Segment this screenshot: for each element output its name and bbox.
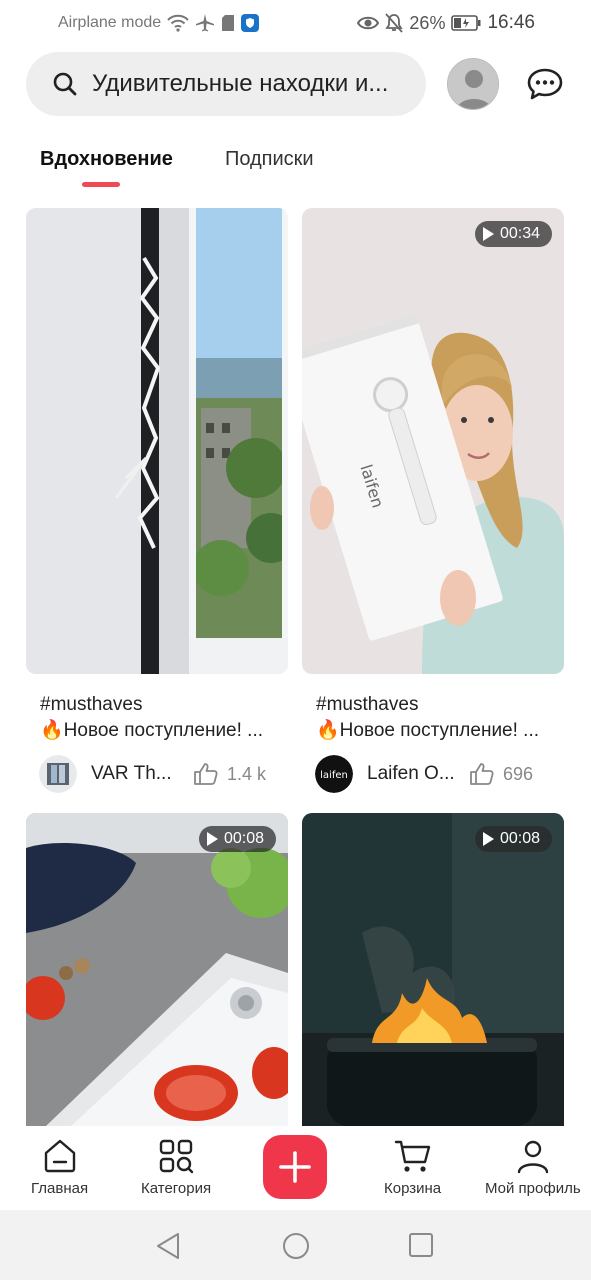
nav-cart[interactable]: Корзина xyxy=(384,1138,441,1197)
likes[interactable]: 1.4 k xyxy=(193,762,266,786)
duration-text: 00:08 xyxy=(499,830,540,847)
likes-count: 1.4 k xyxy=(227,763,267,784)
play-icon xyxy=(482,832,494,846)
video-duration-badge: 00:08 xyxy=(474,826,552,852)
sim-icon xyxy=(221,14,235,32)
search-query: Удивительные находки и... xyxy=(92,70,389,97)
play-icon xyxy=(206,832,218,846)
create-post-button[interactable] xyxy=(263,1135,327,1199)
card-meta: laifen Laifen O... 696 xyxy=(302,754,564,794)
feed-tabs: Вдохновение Подписки xyxy=(40,148,314,192)
likes-count: 696 xyxy=(503,763,534,784)
nav-profile-label: Мой профиль xyxy=(485,1180,581,1197)
thumbs-up-icon xyxy=(469,762,495,786)
duration-text: 00:34 xyxy=(499,225,540,242)
status-right: 26% 16:46 xyxy=(357,12,535,34)
card-title: 🔥Новое поступление! ... xyxy=(316,720,540,741)
airplane-mode-label: Airplane mode xyxy=(58,14,162,31)
duration-text: 00:08 xyxy=(223,830,264,847)
likes[interactable]: 696 xyxy=(469,762,533,786)
battery-percent: 26% xyxy=(409,12,446,33)
tab-subscriptions[interactable]: Подписки xyxy=(225,148,314,192)
eye-icon xyxy=(357,15,380,31)
mute-bell-icon xyxy=(385,13,404,33)
search-icon xyxy=(52,71,78,97)
nav-home-label: Главная xyxy=(31,1180,89,1197)
video-duration-badge: 00:34 xyxy=(474,221,552,247)
search-bar[interactable]: Удивительные находки и... xyxy=(26,52,426,116)
card-tag: #musthaves xyxy=(316,694,419,715)
thumbs-up-icon xyxy=(193,762,219,786)
nav-home[interactable]: Главная xyxy=(31,1138,88,1197)
battery-icon xyxy=(451,15,481,31)
recents-icon[interactable] xyxy=(408,1232,434,1263)
card-image-window[interactable] xyxy=(26,208,288,674)
profile-icon xyxy=(515,1138,551,1174)
header: Удивительные находки и... xyxy=(26,52,571,116)
back-icon[interactable] xyxy=(155,1232,181,1265)
nav-category[interactable]: Категория xyxy=(141,1138,211,1197)
card-image-cutting-board[interactable]: 00:08 xyxy=(26,813,288,1126)
chat-icon xyxy=(526,67,564,101)
home-circle-icon[interactable] xyxy=(282,1232,310,1265)
status-left: Airplane mode xyxy=(58,13,260,33)
author-name[interactable]: VAR Th... xyxy=(91,763,177,785)
shield-app-icon xyxy=(241,14,260,32)
system-navigation-bar xyxy=(0,1210,591,1280)
feed-card[interactable]: #musthaves 🔥Новое поступление! ... VAR T… xyxy=(26,208,288,794)
card-image-laifen[interactable]: laifen 00:34 xyxy=(302,208,564,674)
avatar[interactable] xyxy=(447,58,499,110)
card-tag: #musthaves xyxy=(40,694,143,715)
nav-cart-label: Корзина xyxy=(384,1180,442,1197)
category-icon xyxy=(158,1138,194,1174)
airplane-icon xyxy=(195,13,215,33)
nav-category-label: Категория xyxy=(141,1180,212,1197)
wifi-icon xyxy=(167,14,189,32)
plus-icon xyxy=(278,1150,312,1184)
author-avatar[interactable] xyxy=(39,755,77,793)
feed-card[interactable]: 00:08 xyxy=(26,813,288,1126)
feed-card[interactable]: laifen 00:34 #musthaves 🔥Новое поступлен… xyxy=(302,208,564,794)
chat-button[interactable] xyxy=(523,64,567,104)
author-avatar[interactable]: laifen xyxy=(315,755,353,793)
tab-inspiration[interactable]: Вдохновение xyxy=(40,148,173,192)
card-image-flame-humidifier[interactable]: 00:08 xyxy=(302,813,564,1126)
bottom-nav: Главная Категория Корзина Мой профиль xyxy=(0,1126,591,1210)
cart-icon xyxy=(394,1138,432,1174)
avatar-brand-text: laifen xyxy=(320,770,348,781)
clock: 16:46 xyxy=(487,12,535,33)
card-title: 🔥Новое поступление! ... xyxy=(40,720,264,741)
video-duration-badge: 00:08 xyxy=(198,826,276,852)
card-meta: VAR Th... 1.4 k xyxy=(26,754,288,794)
status-bar: Airplane mode 26% 16:46 xyxy=(0,0,591,46)
author-name[interactable]: Laifen O... xyxy=(367,763,453,785)
play-icon xyxy=(482,227,494,241)
home-icon xyxy=(42,1138,78,1174)
feed-card[interactable]: 00:08 xyxy=(302,813,564,1126)
nav-profile[interactable]: Мой профиль xyxy=(485,1138,581,1197)
